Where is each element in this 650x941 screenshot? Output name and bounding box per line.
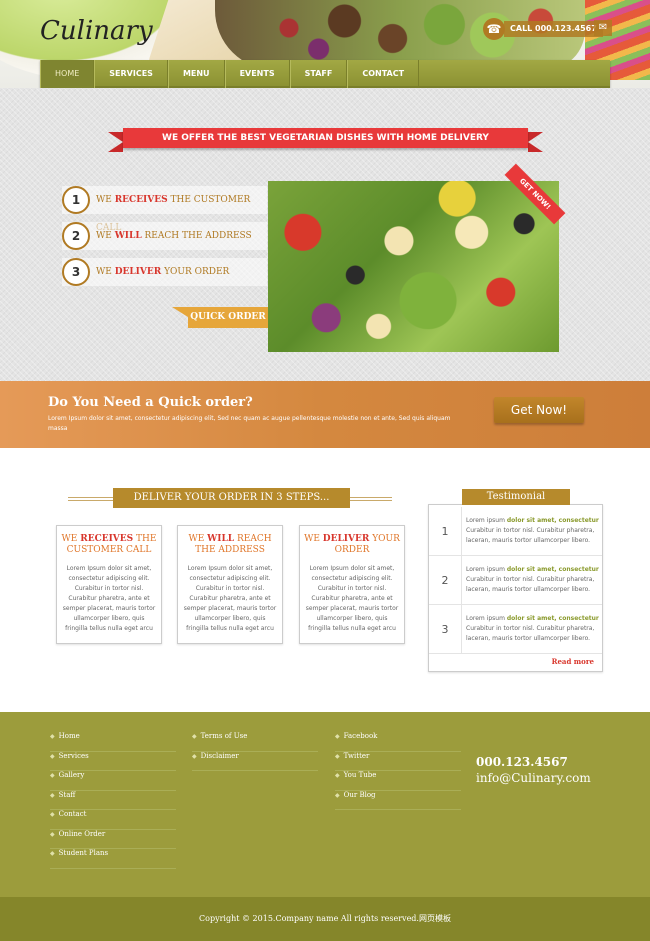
testimonial-row: 3 Lorem ipsum dolor sit amet, consectetu… [429, 605, 602, 654]
step-box-text: Lorem Ipsum dolor sit amet, consectetur … [305, 565, 399, 632]
testimonial-panel: 1 Lorem ipsum dolor sit amet, consectetu… [428, 504, 603, 672]
nav-home[interactable]: HOME [40, 60, 95, 88]
testimonial-text: Lorem ipsum dolor sit amet, consectetur … [466, 615, 599, 642]
step-number: 2 [62, 222, 90, 250]
footer-email[interactable]: info@Culinary.com [476, 771, 591, 785]
steps-title: DELIVER YOUR ORDER IN 3 STEPS... [113, 488, 350, 508]
header-phone: CALL 000.123.4567 [504, 21, 603, 37]
band-text: Lorem Ipsum dolor sit amet, consectetur … [48, 415, 451, 432]
step-number: 1 [62, 186, 90, 214]
footer-link-youtube[interactable]: ◆ You Tube [335, 771, 461, 791]
footer-link-disclaimer[interactable]: ◆ Disclaimer [192, 752, 318, 771]
footer-link-contact[interactable]: ◆ Contact [50, 810, 176, 830]
copyright-bar: Copyright © 2015.Company name All rights… [0, 897, 650, 941]
hero-step: 2 WE WILL REACH THE ADDRESS [62, 222, 267, 250]
hero-ribbon: WE OFFER THE BEST VEGETARIAN DISHES WITH… [123, 128, 528, 148]
footer-link-gallery[interactable]: ◆ Gallery [50, 771, 176, 791]
footer-phone: 000.123.4567 [476, 755, 568, 769]
step-box: WE DELIVER YOUR ORDER Lorem Ipsum dolor … [299, 525, 405, 644]
mail-icon[interactable]: ✉ [594, 20, 612, 36]
step-box-title: WE WILL REACH THE ADDRESS [188, 534, 272, 555]
quick-order-band: Do You Need a Quick order? Lorem Ipsum d… [0, 381, 650, 448]
step-box-title: WE RECEIVES THE CUSTOMER CALL [61, 534, 157, 555]
testimonial-title: Testimonial [462, 489, 570, 505]
testimonial-number: 2 [429, 556, 462, 605]
footer-link-services[interactable]: ◆ Services [50, 752, 176, 771]
get-now-button[interactable]: Get Now! [494, 397, 584, 423]
ribbon-left-tail [108, 132, 123, 152]
testimonial-number: 3 [429, 605, 462, 654]
testimonial-number: 1 [429, 507, 462, 556]
footer-link-home[interactable]: ◆ Home [50, 732, 176, 752]
hero-step: 3 WE DELIVER YOUR ORDER [62, 258, 267, 286]
footer-link-twitter[interactable]: ◆ Twitter [335, 752, 461, 771]
nav-services[interactable]: SERVICES [94, 60, 168, 88]
footer-link-student-plans[interactable]: ◆ Student Plans [50, 849, 176, 869]
ribbon-right-tail [528, 132, 543, 152]
nav-contact[interactable]: CONTACT [347, 60, 420, 88]
step-box-text: Lorem Ipsum dolor sit amet, consectetur … [62, 565, 156, 632]
testimonial-row: 1 Lorem ipsum dolor sit amet, consectetu… [429, 507, 602, 556]
nav-staff[interactable]: STAFF [289, 60, 348, 88]
step-box-text: Lorem Ipsum dolor sit amet, consectetur … [183, 565, 277, 632]
footer-link-online-order[interactable]: ◆ Online Order [50, 830, 176, 849]
step-box-title: WE DELIVER YOUR ORDER [304, 534, 400, 555]
testimonial-text: Lorem ipsum dolor sit amet, consectetur … [466, 566, 599, 593]
nav-menu[interactable]: MENU [167, 60, 225, 88]
footer-link-blog[interactable]: ◆ Our Blog [335, 791, 461, 810]
hero-section: WE OFFER THE BEST VEGETARIAN DISHES WITH… [0, 88, 650, 381]
footer-link-staff[interactable]: ◆ Staff [50, 791, 176, 810]
quick-order-button[interactable]: QUICK ORDER [188, 307, 268, 328]
step-box: WE WILL REACH THE ADDRESS Lorem Ipsum do… [177, 525, 283, 644]
quick-order-tail [172, 307, 188, 328]
testimonial-row: 2 Lorem ipsum dolor sit amet, consectetu… [429, 556, 602, 605]
read-more-link[interactable]: Read more [552, 657, 594, 666]
footer-link-terms[interactable]: ◆ Terms of Use [192, 732, 318, 752]
step-text: WE WILL REACH THE ADDRESS [96, 231, 252, 241]
site-logo[interactable]: Culinary [40, 16, 153, 46]
footer-link-facebook[interactable]: ◆ Facebook [335, 732, 461, 752]
step-box: WE RECEIVES THE CUSTOMER CALL Lorem Ipsu… [56, 525, 162, 644]
band-title: Do You Need a Quick order? [48, 395, 253, 410]
phone-icon: ☎ [483, 18, 505, 40]
step-number: 3 [62, 258, 90, 286]
nav-events[interactable]: EVENTS [224, 60, 290, 88]
site-footer: ◆ Home ◆ Services ◆ Gallery ◆ Staff ◆ Contact… [0, 712, 650, 897]
testimonial-text: Lorem ipsum dolor sit amet, consectetur … [466, 517, 599, 544]
salad-image [268, 181, 559, 352]
hero-step: 1 WE RECEIVES THE CUSTOMER CALL [62, 186, 267, 233]
step-text: WE DELIVER YOUR ORDER [96, 267, 230, 277]
main-nav: HOME SERVICES MENU EVENTS STAFF CONTACT [40, 60, 610, 88]
